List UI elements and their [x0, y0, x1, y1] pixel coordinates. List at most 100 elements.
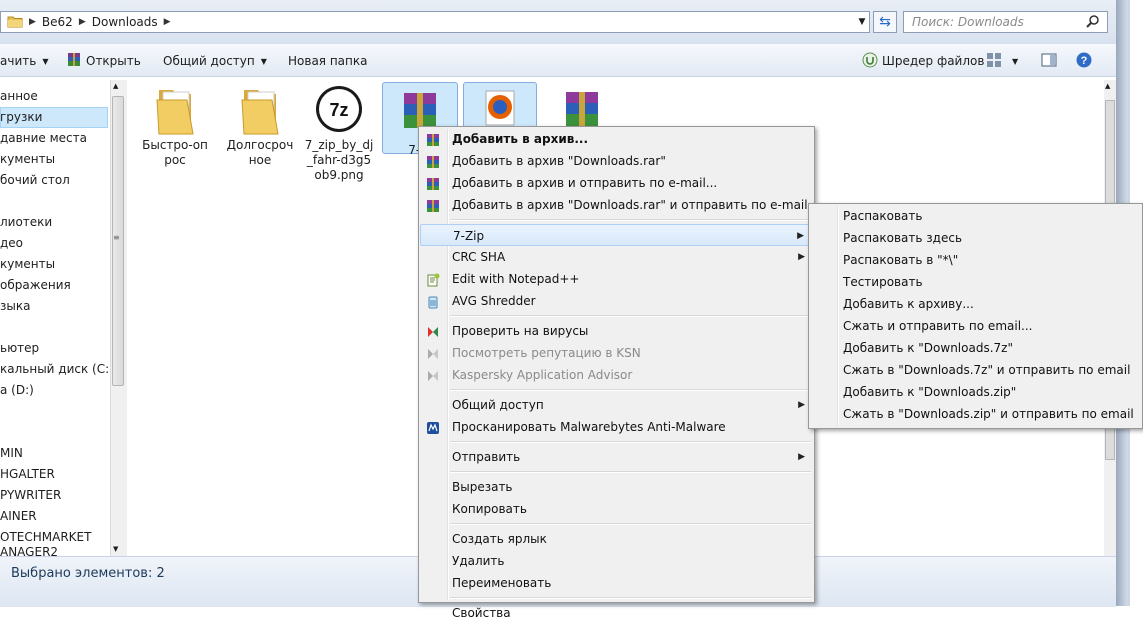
- nav-item-documents[interactable]: кументы: [0, 149, 110, 170]
- nav-item-disk-d[interactable]: а (D:): [0, 380, 110, 401]
- menu-item-label: Отправить: [452, 450, 521, 464]
- winrar-icon: [426, 154, 440, 168]
- menu-item-label: Просканировать Malwarebytes Anti-Malware: [452, 420, 726, 434]
- context-menu-item[interactable]: Общий доступ ▶: [420, 394, 813, 416]
- 7zip-submenu-item[interactable]: Сжать в "Downloads.zip" и отправить по e…: [810, 403, 1141, 425]
- organize-label: ачить: [0, 54, 37, 68]
- open-button[interactable]: Открыть: [66, 52, 141, 70]
- context-menu-item[interactable]: Добавить в архив "Downloads.rar" и отпра…: [420, 194, 813, 216]
- submenu-arrow-icon: ▶: [798, 252, 805, 262]
- separator-line: [450, 389, 811, 391]
- file-item-folder-dolgosrochnoe[interactable]: Долгосроч ное: [224, 84, 296, 168]
- nav-item-buhgalter[interactable]: HGALTER: [0, 464, 110, 485]
- share-button[interactable]: Общий доступ ▼: [163, 52, 267, 70]
- notepad-plus-icon: [426, 272, 440, 287]
- preview-pane-button[interactable]: [1041, 52, 1057, 70]
- context-menu-item[interactable]: Создать ярлык: [420, 528, 813, 550]
- menu-separator: [420, 468, 813, 476]
- chevron-right-icon[interactable]: ▶: [29, 17, 36, 27]
- kaspersky-gray-icon: [426, 346, 440, 360]
- menu-item-label: Создать ярлык: [452, 532, 547, 546]
- context-menu-item[interactable]: Удалить: [420, 550, 813, 572]
- file-item-7zip-png[interactable]: 7z 7_zip_by_dj _fahr-d3g5 ob9.png: [303, 84, 375, 183]
- menu-item-label: Добавить в архив "Downloads.rar": [452, 154, 666, 168]
- avg-shredder-icon: [426, 294, 440, 309]
- context-menu-item[interactable]: Проверить на вирусы: [420, 320, 813, 342]
- address-bar[interactable]: ▶ Be62 ▶ Downloads ▶: [0, 11, 870, 33]
- svg-text:?: ?: [1081, 55, 1088, 67]
- context-menu-item[interactable]: Переименовать: [420, 572, 813, 594]
- file-shredder-button[interactable]: Шредер файлов: [862, 52, 984, 70]
- menu-item-label: Добавить в архив "Downloads.rar" и отпра…: [452, 198, 808, 212]
- menu-item-label: Удалить: [452, 554, 505, 568]
- file-name: Долгосроч ное: [226, 138, 294, 167]
- context-menu-item[interactable]: AVG Shredder: [420, 290, 813, 312]
- search-icon[interactable]: [1086, 14, 1102, 30]
- search-input[interactable]: Поиск: Downloads: [903, 11, 1108, 33]
- nav-item-video[interactable]: део: [0, 233, 110, 254]
- nav-item-copywriter[interactable]: PYWRITER: [0, 485, 110, 506]
- organize-button[interactable]: ачить ▼: [0, 52, 48, 70]
- separator-line: [450, 471, 811, 473]
- shredder-icon: [862, 52, 878, 71]
- 7zip-submenu-item[interactable]: Добавить к архиву...: [810, 293, 1141, 315]
- menu-item-label: Добавить к "Downloads.zip": [843, 385, 1017, 399]
- 7zip-submenu-item[interactable]: Сжать и отправить по email...: [810, 315, 1141, 337]
- context-menu-item[interactable]: Просканировать Malwarebytes Anti-Malware: [420, 416, 813, 438]
- context-menu-item[interactable]: CRC SHA ▶: [420, 246, 813, 268]
- nav-item-trainer[interactable]: AINER: [0, 506, 110, 527]
- nav-item-favorites[interactable]: анное: [0, 86, 110, 107]
- address-history-dropdown-icon[interactable]: ▼: [854, 12, 870, 32]
- nav-item-music[interactable]: зыка: [0, 296, 110, 317]
- nav-item-recent-places[interactable]: давние места: [0, 128, 110, 149]
- 7zip-submenu-item[interactable]: Сжать в "Downloads.7z" и отправить по em…: [810, 359, 1141, 381]
- breadcrumb-be62[interactable]: Be62: [36, 15, 79, 29]
- malwarebytes-icon: [426, 420, 440, 434]
- 7zip-image-icon: 7z: [303, 84, 375, 138]
- file-name: Быстро-оп рос: [142, 138, 208, 167]
- nav-item-computer[interactable]: ьютер: [0, 338, 110, 359]
- context-menu-item[interactable]: 7-Zip ▶: [420, 224, 813, 246]
- chevron-down-icon: ▼: [260, 56, 267, 66]
- menu-item-label: Edit with Notepad++: [452, 272, 580, 286]
- scroll-down-icon[interactable]: ▼: [113, 545, 118, 553]
- new-folder-label: Новая папка: [288, 54, 368, 68]
- file-item-firefox-selected[interactable]: [463, 82, 537, 128]
- 7zip-submenu-item[interactable]: Добавить к "Downloads.7z": [810, 337, 1141, 359]
- nav-item-desktop[interactable]: бочий стол: [0, 170, 110, 191]
- 7zip-submenu-item[interactable]: Тестировать: [810, 271, 1141, 293]
- nav-item-lib-documents[interactable]: кументы: [0, 254, 110, 275]
- 7zip-submenu-item[interactable]: Распаковать здесь: [810, 227, 1141, 249]
- context-menu-item[interactable]: Добавить в архив "Downloads.rar": [420, 150, 813, 172]
- context-menu-item[interactable]: Свойства: [420, 602, 813, 624]
- context-menu-item[interactable]: Добавить в архив и отправить по e-mail..…: [420, 172, 813, 194]
- chevron-right-icon[interactable]: ▶: [164, 17, 171, 27]
- nav-item-images[interactable]: ображения: [0, 275, 110, 296]
- context-menu-item[interactable]: Копировать: [420, 498, 813, 520]
- view-options-button[interactable]: ▼: [986, 52, 1018, 70]
- open-label: Открыть: [86, 54, 141, 68]
- 7zip-submenu-item[interactable]: Распаковать в "*\": [810, 249, 1141, 271]
- context-menu-item[interactable]: Отправить ▶: [420, 446, 813, 468]
- 7zip-submenu-item[interactable]: Добавить к "Downloads.zip": [810, 381, 1141, 403]
- scroll-up-icon[interactable]: ▲: [113, 82, 118, 90]
- file-item-folder-bystro-opros[interactable]: Быстро-оп рос: [139, 84, 211, 168]
- nav-item-downloads[interactable]: грузки: [0, 107, 110, 128]
- separator-line: [450, 219, 811, 221]
- chevron-right-icon[interactable]: ▶: [79, 17, 86, 27]
- scroll-up-icon[interactable]: ▲: [1105, 82, 1110, 90]
- context-menu-item: Kaspersky Application Advisor: [420, 364, 813, 386]
- new-folder-button[interactable]: Новая папка: [288, 52, 367, 70]
- refresh-button[interactable]: ⇆: [873, 11, 897, 33]
- shredder-label: Шредер файлов: [882, 54, 985, 68]
- help-button[interactable]: ?: [1076, 52, 1092, 70]
- context-menu-item[interactable]: Добавить в архив...: [420, 128, 813, 150]
- 7zip-submenu-items: Распаковать Распаковать здесь Распаковать …: [810, 205, 1141, 425]
- nav-item-admin[interactable]: MIN: [0, 443, 110, 464]
- context-menu-item[interactable]: Вырезать: [420, 476, 813, 498]
- nav-item-libraries[interactable]: лиотеки: [0, 212, 110, 233]
- nav-item-local-disk-c[interactable]: кальный диск (C:): [0, 359, 114, 380]
- context-menu-item[interactable]: Edit with Notepad++: [420, 268, 813, 290]
- breadcrumb-downloads[interactable]: Downloads: [86, 15, 164, 29]
- 7zip-submenu-item[interactable]: Распаковать: [810, 205, 1141, 227]
